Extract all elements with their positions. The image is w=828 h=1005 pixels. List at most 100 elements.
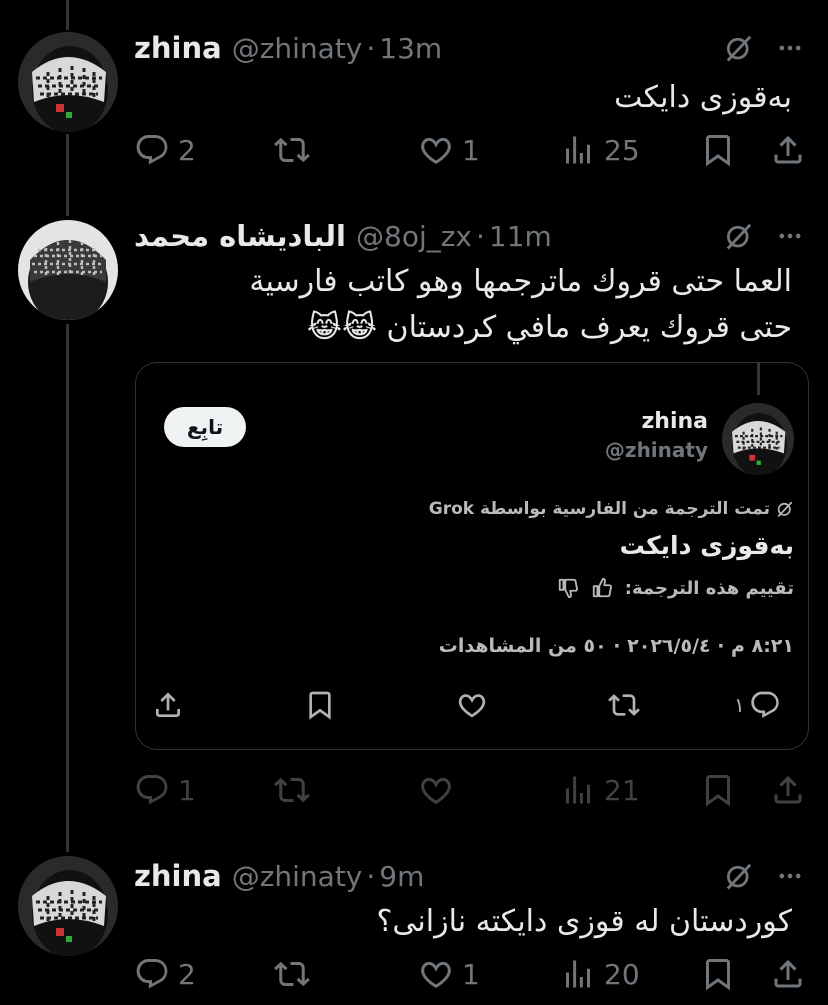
share-icon	[152, 689, 184, 721]
heart-icon	[456, 689, 488, 721]
quote-meta: ٨:٢١ م · ٢٠٢٦/٥/٤ · ٥٠ من المشاهدات	[438, 635, 794, 657]
quote-avatar[interactable]	[722, 403, 794, 475]
retweet-icon	[274, 956, 310, 992]
tweet3-top-icons	[724, 856, 804, 896]
quote-author: zhina @zhinaty	[605, 409, 708, 462]
separator: ·	[366, 31, 376, 65]
quote-author-name[interactable]: zhina	[605, 409, 708, 434]
reply-count: 2	[178, 133, 196, 167]
retweet-icon	[274, 132, 310, 168]
heart-icon	[418, 132, 454, 168]
retweet-button[interactable]	[274, 768, 310, 812]
tweet3-actions: 2 1 20	[134, 952, 814, 996]
quote-author-handle[interactable]: @zhinaty	[605, 438, 708, 462]
tweet2-text-line1: العما حتى قروك ماترجمها وهو كاتب فارسية	[249, 264, 792, 299]
share-button[interactable]	[770, 952, 806, 996]
bookmark-button[interactable]	[700, 128, 736, 172]
tweet2-header: الباديشاه محمد @8oj_zx · 11m	[134, 216, 552, 256]
more-dots-icon[interactable]	[776, 34, 804, 62]
author-name[interactable]: zhina	[134, 859, 222, 893]
reply-bubble-icon	[134, 772, 170, 808]
retweet-button[interactable]	[274, 952, 310, 996]
like-count: 1	[462, 957, 480, 991]
translated-text: بەقوزی دایکت	[619, 531, 794, 560]
quote-retweet-button[interactable]	[608, 683, 640, 727]
bookmark-button[interactable]	[700, 952, 736, 996]
bookmark-icon	[700, 132, 736, 168]
rate-translation: تقييم هذه الترجمة:	[557, 577, 794, 599]
reply-bubble-icon	[749, 689, 781, 721]
reply-count: 1	[178, 773, 196, 807]
tweet2-actions: 1 21	[134, 768, 814, 812]
like-count: 1	[462, 133, 480, 167]
quote-actions: ١	[136, 683, 810, 727]
more-dots-icon[interactable]	[776, 222, 804, 250]
views-bars-icon	[560, 132, 596, 168]
separator: ·	[476, 219, 485, 253]
views-button[interactable]: 20	[560, 952, 640, 996]
like-button[interactable]: 1	[418, 128, 480, 172]
tweet1-actions: 2 1 25	[134, 128, 814, 172]
views-count: 21	[604, 773, 640, 807]
grok-slash-icon[interactable]	[724, 33, 754, 63]
tweet2-text-line2: حتى قروك يعرف مافي كردستان 😹😹	[306, 310, 792, 345]
tweet1-header: zhina @zhinaty · 13m	[134, 28, 442, 68]
thread-line-1	[66, 134, 69, 216]
author-handle[interactable]: @zhinaty	[232, 32, 363, 65]
grok-slash-icon[interactable]	[724, 861, 754, 891]
quote-reply-button[interactable]: ١	[734, 683, 781, 727]
retweet-icon	[608, 689, 640, 721]
quote-thread-line	[757, 363, 760, 395]
rate-translation-label: تقييم هذه الترجمة:	[624, 577, 794, 599]
tweet3-header: zhina @zhinaty · 9m	[134, 856, 424, 896]
timestamp[interactable]: 9m	[379, 860, 424, 893]
reply-bubble-icon	[134, 956, 170, 992]
thread-line-top	[66, 0, 69, 30]
reply-button[interactable]: 1	[134, 768, 196, 812]
author-name[interactable]: الباديشاه محمد	[134, 219, 346, 253]
share-icon	[770, 956, 806, 992]
avatar-zhina-1[interactable]	[18, 32, 118, 132]
bookmark-button[interactable]	[700, 768, 736, 812]
like-button[interactable]: 1	[418, 952, 480, 996]
views-count: 25	[604, 133, 640, 167]
bookmark-icon	[700, 772, 736, 808]
grok-slash-icon[interactable]	[724, 221, 754, 251]
author-name[interactable]: zhina	[134, 31, 222, 65]
reply-bubble-icon	[134, 132, 170, 168]
quote-like-button[interactable]	[456, 683, 488, 727]
timestamp[interactable]: 11m	[489, 220, 552, 253]
quote-bookmark-button[interactable]	[304, 683, 336, 727]
more-dots-icon[interactable]	[776, 862, 804, 890]
author-handle[interactable]: @zhinaty	[232, 860, 363, 893]
author-handle[interactable]: @8oj_zx	[356, 220, 472, 253]
retweet-button[interactable]	[274, 128, 310, 172]
reply-button[interactable]: 2	[134, 952, 196, 996]
like-button[interactable]	[418, 768, 462, 812]
thumbs-down-icon[interactable]	[557, 577, 579, 599]
views-bars-icon	[560, 772, 596, 808]
translation-note: تمت الترجمة من الفارسية بواسطة Grok	[429, 499, 794, 519]
quote-reply-count: ١	[734, 693, 745, 717]
share-icon	[770, 132, 806, 168]
views-button[interactable]: 21	[560, 768, 640, 812]
retweet-icon	[274, 772, 310, 808]
views-bars-icon	[560, 956, 596, 992]
views-button[interactable]: 25	[560, 128, 640, 172]
follow-button[interactable]: تابِع	[164, 407, 246, 447]
timestamp[interactable]: 13m	[379, 32, 442, 65]
share-icon	[770, 772, 806, 808]
tweet2-top-icons	[724, 216, 804, 256]
separator: ·	[366, 859, 376, 893]
tweet1-top-icons	[724, 28, 804, 68]
quote-share-button[interactable]	[152, 683, 184, 727]
thread-line-2	[66, 324, 69, 852]
views-count: 20	[604, 957, 640, 991]
share-button[interactable]	[770, 768, 806, 812]
avatar-albadishah[interactable]	[18, 220, 118, 320]
quoted-tweet-card[interactable]: zhina @zhinaty تابِع تمت الترجمة من الفا…	[135, 362, 809, 750]
avatar-zhina-3[interactable]	[18, 856, 118, 956]
share-button[interactable]	[770, 128, 806, 172]
thumbs-up-icon[interactable]	[591, 577, 613, 599]
reply-button[interactable]: 2	[134, 128, 196, 172]
